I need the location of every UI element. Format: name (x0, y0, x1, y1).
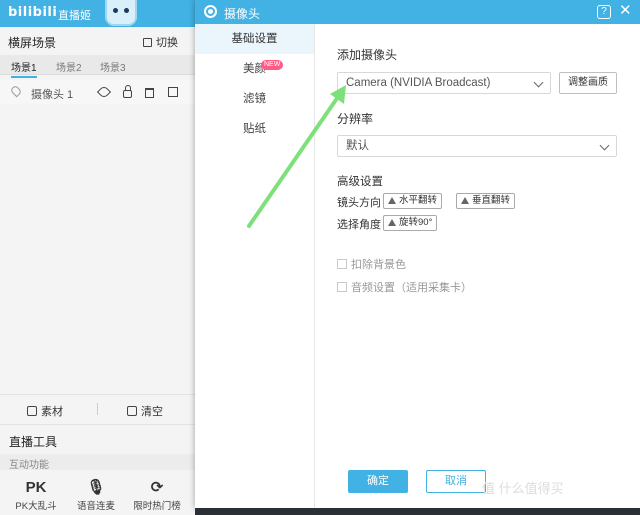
help-icon[interactable]: ? (597, 5, 611, 19)
clear-label: 清空 (141, 406, 163, 418)
clear-button[interactable]: 清空 (127, 403, 163, 419)
edit-icon[interactable] (168, 87, 178, 97)
tool-hot-rank[interactable]: ⟳ 限时热门榜 (127, 478, 187, 514)
audio-settings-label: 音频设置（适用采集卡） (351, 282, 472, 294)
material-label: 素材 (41, 406, 63, 418)
advanced-settings-label: 高级设置 (337, 176, 383, 188)
pk-icon: PK (25, 479, 47, 496)
resolution-select-value: 默认 (346, 140, 369, 152)
checkbox-box (337, 259, 347, 269)
camera-dialog: 摄像头 ? ✕ 基础设置 美颜 NEW 滤镜 贴纸 添加摄像头 Camera (… (195, 0, 640, 508)
dialog-titlebar: 摄像头 ? ✕ (195, 0, 640, 24)
lock-icon (143, 38, 152, 47)
add-camera-label: 添加摄像头 (337, 48, 398, 62)
scene-header: 横屏场景 切换 (0, 27, 195, 55)
tool-label: 限时热门榜 (133, 501, 181, 512)
source-actions-bar: 素材 清空 (0, 394, 195, 422)
tab-scene-2[interactable]: 场景2 (56, 59, 82, 74)
visibility-eye-icon[interactable] (96, 84, 112, 100)
flip-h-label: 水平翻转 (399, 195, 438, 206)
tab-scene-1[interactable]: 场景1 (11, 59, 37, 78)
nav-filter[interactable]: 滤镜 (195, 84, 314, 114)
cancel-button[interactable]: 取消 (426, 470, 486, 493)
dialog-footer: 确定 取消 (316, 436, 640, 508)
source-name: 摄像头 1 (31, 89, 74, 101)
watermark: 值 什么值得买 (482, 481, 564, 496)
nav-basic-settings[interactable]: 基础设置 (195, 24, 314, 54)
dialog-title: 摄像头 (224, 7, 261, 21)
flip-vertical-button[interactable]: 垂直翻转 (456, 193, 516, 209)
chevron-down-icon (533, 77, 544, 88)
rotate-button[interactable]: 旋转90° (383, 215, 438, 231)
nav-sticker[interactable]: 贴纸 (195, 114, 314, 144)
trash-icon[interactable] (145, 88, 154, 98)
switch-orientation-button[interactable]: 切换 (143, 34, 178, 50)
flip-horizontal-button[interactable]: 水平翻转 (383, 193, 443, 209)
nav-beauty[interactable]: 美颜 (195, 54, 314, 84)
main-app-panel: bilibili 直播姬 横屏场景 切换 场景1 场景2 场景3 摄像头 1 素… (0, 0, 195, 515)
bilibili-logo: bilibili (8, 5, 58, 20)
app-name: 直播姬 (58, 10, 91, 22)
tools-header: 直播工具 (0, 424, 195, 454)
interactive-section-bar: 互动功能 (0, 454, 195, 471)
close-icon[interactable]: ✕ (619, 3, 632, 19)
resolution-select[interactable]: 默认 (337, 135, 617, 157)
checkbox-box (337, 282, 347, 292)
scene-tabs: 场景1 场景2 场景3 (0, 55, 195, 78)
microphone-icon: 🎙 (86, 479, 106, 496)
adjust-quality-button[interactable]: 调整画质 (559, 72, 617, 94)
tool-label: PK大乱斗 (15, 501, 57, 512)
rotate-label: 旋转90° (399, 217, 433, 228)
add-material-button[interactable]: 素材 (27, 403, 63, 419)
mirror-label: 镜头方向 (337, 197, 381, 209)
resolution-label: 分辨率 (337, 112, 374, 126)
location-pin-icon (9, 84, 23, 98)
lock-icon[interactable] (123, 85, 132, 98)
remove-bg-label: 扣除背景色 (351, 259, 406, 271)
switch-label: 切换 (156, 37, 178, 49)
rotate-icon (388, 219, 396, 226)
camera-icon (204, 5, 217, 18)
source-list-area (0, 104, 195, 394)
dialog-content: 添加摄像头 Camera (NVIDIA Broadcast) 调整画质 分辨率… (316, 24, 640, 436)
tool-label: 语音连麦 (76, 501, 115, 512)
camera-select[interactable]: Camera (NVIDIA Broadcast) (337, 72, 551, 94)
app-topbar: bilibili 直播姬 (0, 0, 195, 27)
mascot-icon (105, 0, 137, 26)
trash-icon (127, 406, 137, 416)
new-badge: NEW (261, 60, 284, 70)
remove-background-checkbox[interactable]: 扣除背景色 (337, 256, 406, 272)
audio-settings-checkbox[interactable]: 音频设置（适用采集卡） (337, 279, 472, 295)
scene-title: 横屏场景 (8, 36, 57, 50)
plus-square-icon (27, 406, 37, 416)
flip-v-label: 垂直翻转 (472, 195, 511, 206)
flip-vertical-icon (461, 197, 469, 204)
tab-scene-3[interactable]: 场景3 (100, 59, 126, 74)
tool-pk-battle[interactable]: PK PK大乱斗 (6, 478, 66, 514)
chevron-down-icon (599, 140, 610, 151)
dialog-nav: 基础设置 美颜 NEW 滤镜 贴纸 (195, 24, 315, 508)
confirm-button[interactable]: 确定 (348, 470, 408, 493)
tool-voice-link[interactable]: 🎙 语音连麦 (66, 478, 126, 514)
flip-horizontal-icon (388, 197, 396, 204)
interactive-section-label: 互动功能 (9, 460, 49, 471)
camera-select-value: Camera (NVIDIA Broadcast) (346, 77, 491, 89)
tools-title: 直播工具 (9, 435, 58, 449)
hot-rank-icon: ⟳ (150, 479, 164, 496)
divider (97, 403, 98, 415)
background-strip (195, 508, 640, 515)
angle-label: 选择角度 (337, 219, 381, 231)
source-list-item[interactable]: 摄像头 1 (0, 80, 195, 104)
